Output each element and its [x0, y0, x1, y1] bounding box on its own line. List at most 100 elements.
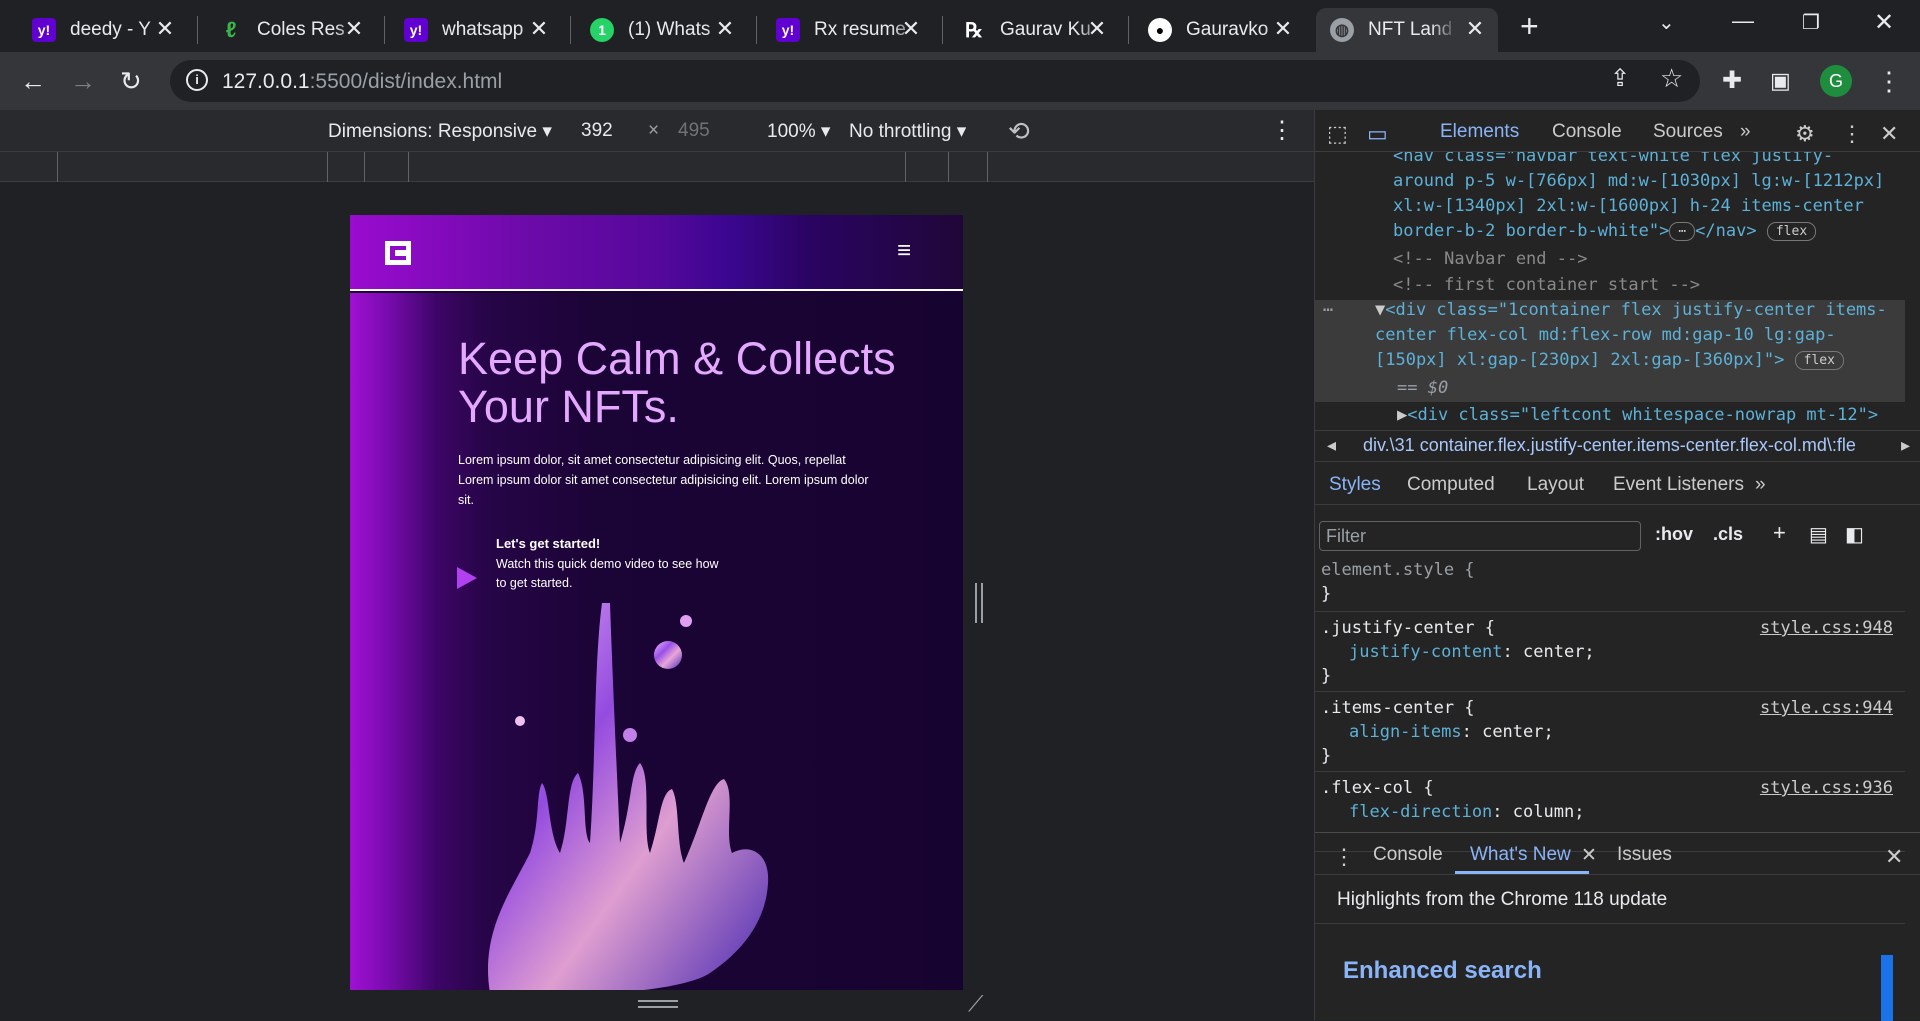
restore-button[interactable]: ❐	[1802, 10, 1820, 35]
browser-tab[interactable]: ℓ Coles Res ✕	[205, 8, 377, 52]
cls-toggle[interactable]: .cls	[1713, 524, 1743, 545]
selected-div-element[interactable]: ▼<div class="1container flex justify-cen…	[1375, 298, 1895, 373]
minimize-button[interactable]: —	[1732, 8, 1754, 34]
drawer-menu-icon[interactable]: ⋮	[1333, 844, 1355, 870]
tab-sources[interactable]: Sources	[1653, 121, 1723, 143]
child-div-element[interactable]: ▶<div class="leftcont whitespace-nowrap …	[1397, 403, 1878, 428]
info-icon[interactable]: i	[186, 69, 208, 91]
tab-event-listeners[interactable]: Event Listeners	[1613, 474, 1744, 496]
style-rule[interactable]: .justify-center { style.css:948 justify-…	[1315, 614, 1905, 692]
media-query-ruler[interactable]	[0, 152, 1314, 182]
side-panel-icon[interactable]: ▣	[1770, 64, 1791, 98]
height-input[interactable]: 495	[678, 120, 710, 142]
tab-elements[interactable]: Elements	[1440, 121, 1519, 143]
play-icon[interactable]	[455, 565, 479, 591]
node-actions-icon[interactable]: ⋯	[1323, 298, 1333, 323]
browser-tab[interactable]: y! whatsapp ✕	[390, 8, 562, 52]
tab-computed[interactable]: Computed	[1407, 474, 1495, 496]
throttling-dropdown[interactable]: No throttling ▾	[849, 120, 966, 143]
tab-layout[interactable]: Layout	[1527, 474, 1584, 496]
page-preview: ≡ Keep Calm & Collects Your NFTs. Lorem …	[350, 215, 963, 990]
devtools-panel: ⬚ ▭ Elements Console Sources » ⚙ ⋮ ✕ <na…	[1314, 110, 1920, 1021]
browser-tab[interactable]: ● Gauravko ✕	[1134, 8, 1306, 52]
styles-filter-input[interactable]: Filter	[1319, 521, 1641, 551]
bookmark-star-icon[interactable]: ☆	[1660, 63, 1683, 94]
close-devtools-icon[interactable]: ✕	[1880, 121, 1898, 147]
close-icon[interactable]: ✕	[343, 18, 365, 40]
close-icon[interactable]: ✕	[714, 18, 736, 40]
hamburger-menu-icon[interactable]: ≡	[897, 237, 911, 265]
forward-icon[interactable]: →	[70, 64, 96, 98]
resize-handle-bottom[interactable]	[638, 1000, 678, 1008]
drawer-tab-console[interactable]: Console	[1373, 844, 1443, 866]
tab-styles[interactable]: Styles	[1329, 474, 1381, 496]
elements-tree[interactable]: <nav class="navbar text-white flex justi…	[1315, 152, 1920, 430]
close-window-button[interactable]: ✕	[1874, 8, 1894, 37]
whatsapp-icon: 1	[590, 18, 614, 42]
device-toggle-icon[interactable]: ▭	[1367, 121, 1388, 147]
browser-tab[interactable]: y! Rx resume ✕	[762, 8, 934, 52]
close-icon[interactable]: ✕	[1086, 18, 1108, 40]
crumb-left-arrow[interactable]: ◂	[1327, 435, 1336, 456]
hero-title: Keep Calm & Collects Your NFTs.	[458, 333, 896, 432]
extensions-icon[interactable]: ✚	[1722, 64, 1742, 98]
menu-icon[interactable]: ⋮	[1876, 64, 1902, 98]
nav-element[interactable]: <nav class="navbar text-white flex justi…	[1393, 152, 1893, 244]
dimensions-dropdown[interactable]: Dimensions: Responsive ▾	[328, 120, 552, 143]
close-drawer-icon[interactable]: ✕	[1885, 844, 1903, 870]
address-bar[interactable]: i 127.0.0.1:5500/dist/index.html ⇪ ☆	[170, 60, 1700, 102]
close-icon[interactable]: ✕	[1272, 18, 1294, 40]
style-rule[interactable]: .items-center { style.css:944 align-item…	[1315, 694, 1905, 772]
browser-tab[interactable]: 1 (1) Whats ✕	[576, 8, 748, 52]
more-options-icon[interactable]: ⋮	[1270, 116, 1294, 145]
settings-gear-icon[interactable]: ⚙	[1795, 121, 1815, 147]
back-icon[interactable]: ←	[20, 64, 46, 98]
source-link[interactable]: style.css:944	[1760, 696, 1893, 721]
logo[interactable]	[385, 241, 411, 265]
source-link[interactable]: style.css:936	[1760, 776, 1893, 801]
source-link[interactable]: style.css:948	[1760, 616, 1893, 641]
close-icon[interactable]: ✕	[528, 18, 550, 40]
enhanced-search-link[interactable]: Enhanced search	[1343, 957, 1542, 985]
dollar-zero-marker: == $0	[1397, 378, 1449, 398]
url-text[interactable]: 127.0.0.1:5500/dist/index.html	[222, 70, 502, 94]
hov-toggle[interactable]: :hov	[1655, 524, 1693, 545]
breadcrumb[interactable]: ◂ div.\31 container.flex.justify-center.…	[1315, 430, 1920, 462]
resize-handle-right[interactable]	[975, 583, 983, 623]
more-tabs-icon[interactable]: »	[1755, 474, 1766, 496]
more-tabs-icon[interactable]: »	[1740, 121, 1751, 143]
share-icon[interactable]: ⇪	[1610, 64, 1630, 93]
devtools-main-tabs: ⬚ ▭ Elements Console Sources » ⚙ ⋮ ✕	[1315, 110, 1920, 152]
browser-tab-active[interactable]: ◍ NFT Land ✕	[1316, 8, 1498, 52]
close-icon[interactable]: ✕	[900, 18, 922, 40]
inspect-element-icon[interactable]: ⬚	[1327, 121, 1348, 147]
zoom-dropdown[interactable]: 100% ▾	[767, 120, 830, 143]
breadcrumb-path[interactable]: div.\31 container.flex.justify-center.it…	[1363, 435, 1856, 456]
avatar[interactable]: G	[1820, 65, 1852, 97]
style-rule[interactable]: element.style { }	[1315, 558, 1905, 612]
close-icon[interactable]: ✕	[154, 18, 176, 40]
tab-console[interactable]: Console	[1552, 121, 1622, 143]
more-options-icon[interactable]: ⋮	[1841, 121, 1863, 147]
drawer-tabs: ⋮ Console What's New ✕ Issues ✕	[1315, 833, 1920, 875]
new-rule-icon[interactable]: +	[1773, 520, 1786, 546]
tab-search-icon[interactable]: ⌄	[1658, 10, 1675, 35]
close-icon[interactable]: ✕	[1464, 18, 1486, 40]
paint-icon[interactable]: ▤	[1809, 522, 1828, 547]
drawer-tab-whats-new[interactable]: What's New	[1470, 844, 1571, 866]
reload-icon[interactable]: ↻	[120, 64, 142, 98]
crumb-right-arrow[interactable]: ▸	[1901, 435, 1911, 456]
coles-leaf-icon: ℓ	[225, 17, 237, 42]
rule-selector: .flex-col {	[1321, 778, 1434, 798]
resize-corner-icon[interactable]: ⟋	[968, 991, 983, 1017]
drawer-tab-issues[interactable]: Issues	[1617, 844, 1672, 866]
new-tab-button[interactable]: +	[1520, 8, 1539, 45]
rotate-icon[interactable]: ⟲	[1008, 116, 1030, 147]
comment-node[interactable]: <!-- first container start -->	[1393, 273, 1700, 298]
sidebar-toggle-icon[interactable]: ◧	[1845, 522, 1864, 547]
browser-tab[interactable]: ℞ Gaurav Ku ✕	[948, 8, 1120, 52]
comment-node[interactable]: <!-- Navbar end -->	[1393, 247, 1587, 272]
width-input[interactable]: 392	[581, 120, 613, 142]
browser-tab[interactable]: y! deedy - Y ✕	[18, 8, 188, 52]
close-whats-new-icon[interactable]: ✕	[1581, 844, 1597, 867]
